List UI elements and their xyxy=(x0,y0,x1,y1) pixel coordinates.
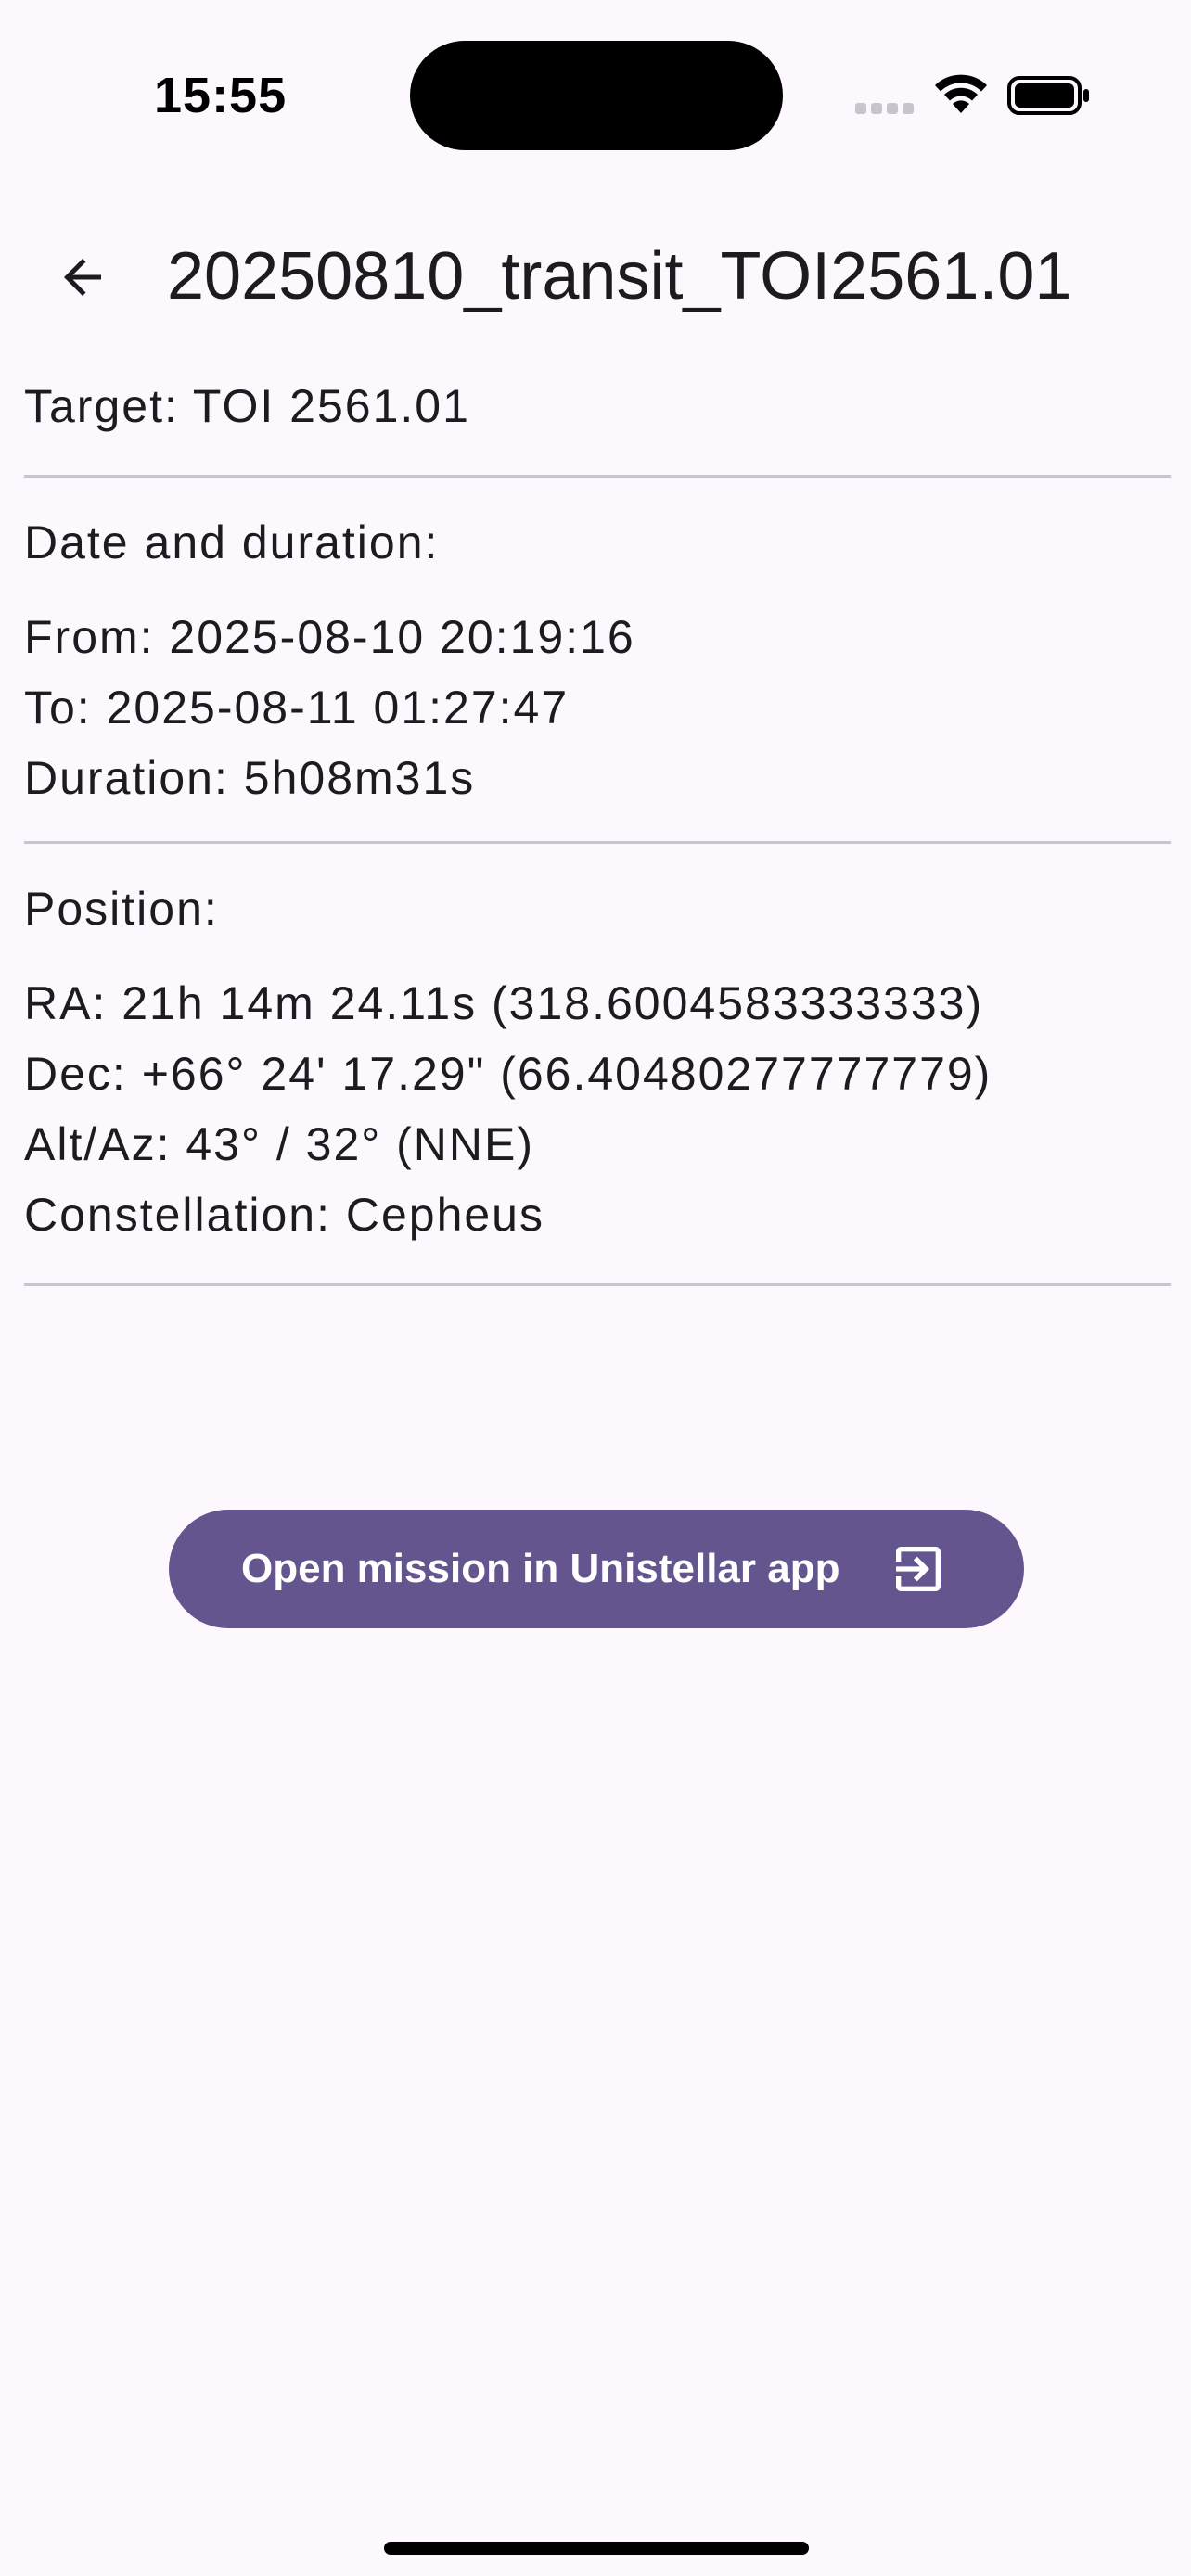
dec-text: Dec: +66° 24' 17.29" (66.40480277777779) xyxy=(24,1048,992,1100)
home-indicator xyxy=(384,2542,809,2555)
position-section-heading: Position: xyxy=(24,883,219,935)
alt-az-text: Alt/Az: 43° / 32° (NNE) xyxy=(24,1118,535,1170)
exit-to-app-icon xyxy=(896,1547,941,1591)
arrow-left-icon xyxy=(64,259,101,296)
from-date-text: From: 2025-08-10 20:19:16 xyxy=(24,611,635,663)
status-bar: 15:55 xyxy=(0,0,1191,185)
open-mission-button[interactable]: Open mission in Unistellar app xyxy=(169,1510,1024,1628)
dynamic-island xyxy=(410,41,783,150)
app-bar: 20250810_transit_TOI2561.01 xyxy=(0,219,1191,334)
back-button[interactable] xyxy=(41,236,124,319)
status-time: 15:55 xyxy=(154,68,288,123)
date-section-heading: Date and duration: xyxy=(24,516,440,568)
constellation-text: Constellation: Cepheus xyxy=(24,1189,544,1241)
wifi-icon xyxy=(935,74,987,113)
mission-details: Target: TOI 2561.01 Date and duration: F… xyxy=(24,371,1171,1286)
duration-text: Duration: 5h08m31s xyxy=(24,752,476,804)
open-mission-button-label: Open mission in Unistellar app xyxy=(241,1546,840,1591)
divider xyxy=(24,1283,1171,1286)
battery-icon xyxy=(1007,76,1089,115)
target-text: Target: TOI 2561.01 xyxy=(24,380,470,432)
page-title: 20250810_transit_TOI2561.01 xyxy=(167,239,1072,313)
cellular-signal-icon xyxy=(855,103,915,116)
ra-text: RA: 21h 14m 24.11s (318.6004583333333) xyxy=(24,977,984,1029)
to-date-text: To: 2025-08-11 01:27:47 xyxy=(24,682,570,733)
